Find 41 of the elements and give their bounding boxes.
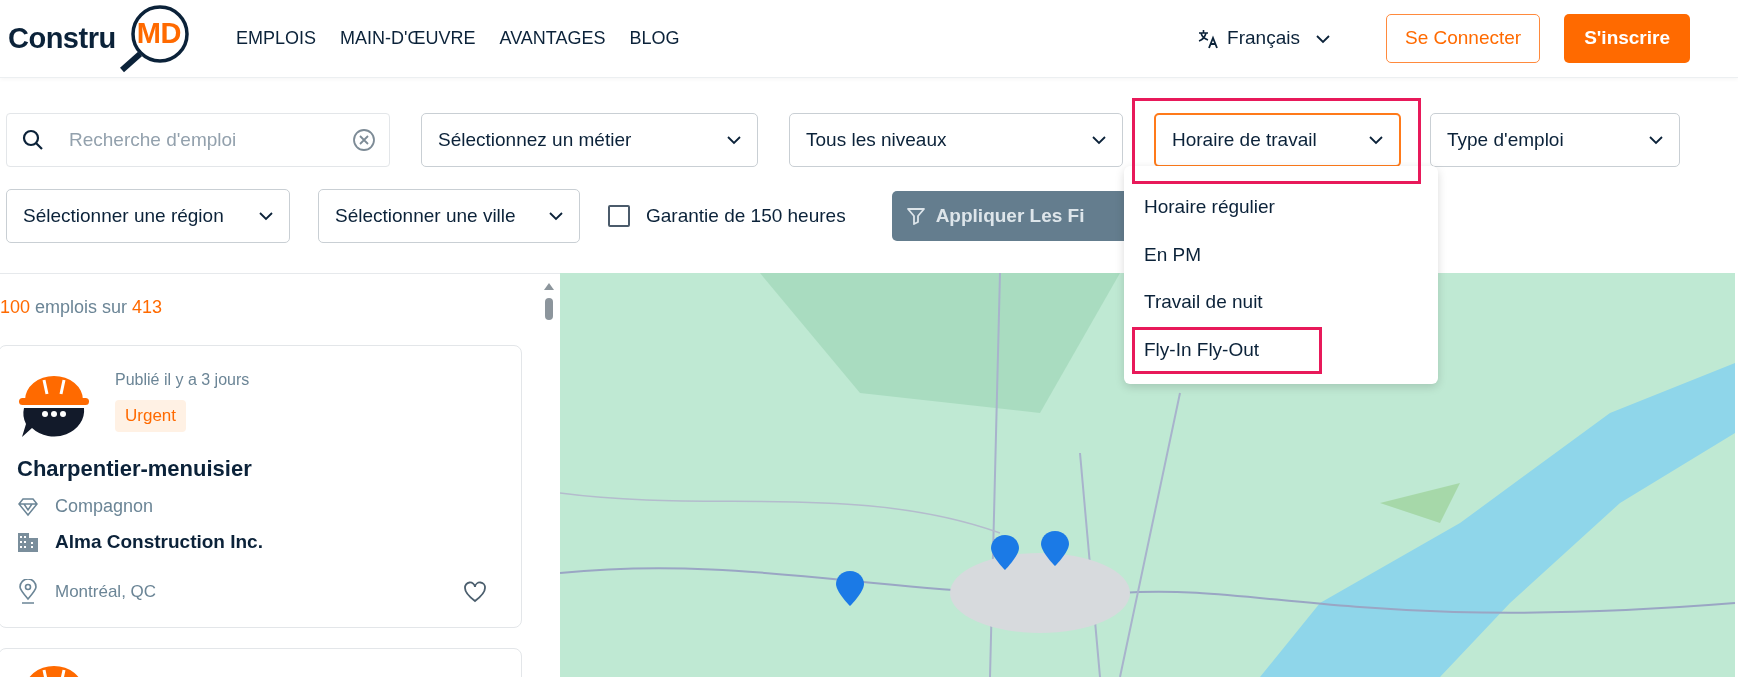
job-card[interactable]: Publié il y a 3 jours Urgent Charpentier-menuisier Compagnon Alma Construction Inc. Montréal, QC	[0, 345, 522, 628]
language-label: Français	[1227, 26, 1300, 51]
chevron-down-icon	[1649, 135, 1663, 145]
dropdown-option[interactable]: Fly-In Fly-Out	[1132, 326, 1322, 374]
dropdown-select[interactable]: Type d'emploi	[1430, 113, 1680, 167]
translate-icon	[1197, 27, 1220, 50]
checkbox[interactable]	[608, 205, 630, 227]
nav-link[interactable]: AVANTAGES	[499, 25, 606, 52]
job-title[interactable]: Charpentier-menuisier	[17, 452, 503, 485]
search-field[interactable]: Recherche d'emploi	[6, 113, 390, 167]
dropdown-select[interactable]: Sélectionnez un métier	[421, 113, 758, 167]
diamond-icon	[17, 496, 39, 517]
location-pin-icon	[17, 578, 39, 605]
chevron-down-icon	[727, 135, 741, 145]
dropdown-select[interactable]: Sélectionner une ville	[318, 189, 580, 243]
search-icon	[22, 129, 44, 151]
dropdown-option[interactable]: Travail de nuit	[1124, 279, 1438, 327]
nav-link[interactable]: BLOG	[629, 25, 680, 52]
dropdown-select[interactable]: Tous les niveaux	[789, 113, 1123, 167]
language-selector[interactable]: Français	[1197, 24, 1330, 53]
chevron-down-icon	[1315, 34, 1330, 44]
nav-link[interactable]: MAIN-D'ŒUVRE	[340, 25, 476, 52]
clear-icon[interactable]	[352, 128, 376, 152]
posted-date: Publié il y a 3 jours	[115, 370, 250, 390]
urgent-tag: Urgent	[115, 400, 187, 432]
dropdown-select[interactable]: Horaire de travail	[1154, 113, 1401, 167]
chevron-down-icon	[549, 211, 563, 221]
job-location: Montréal, QC	[55, 580, 157, 603]
company-name: Alma Construction Inc.	[55, 530, 263, 554]
building-icon	[17, 531, 39, 554]
nav-link[interactable]: EMPLOIS	[236, 25, 317, 52]
chevron-down-icon	[1369, 135, 1383, 145]
checkbox-label: Garantie de 150 heures	[646, 203, 846, 228]
results-count: 100 emplois sur 413	[0, 296, 164, 319]
dropdown-select[interactable]: Sélectionner une région	[6, 189, 290, 243]
chevron-down-icon	[259, 211, 273, 221]
heart-icon[interactable]	[463, 580, 487, 603]
chevron-down-icon	[1092, 135, 1106, 145]
experience-level: Compagnon	[55, 495, 154, 518]
logo[interactable]: Constru MD	[8, 3, 188, 74]
filter-icon	[905, 206, 926, 226]
